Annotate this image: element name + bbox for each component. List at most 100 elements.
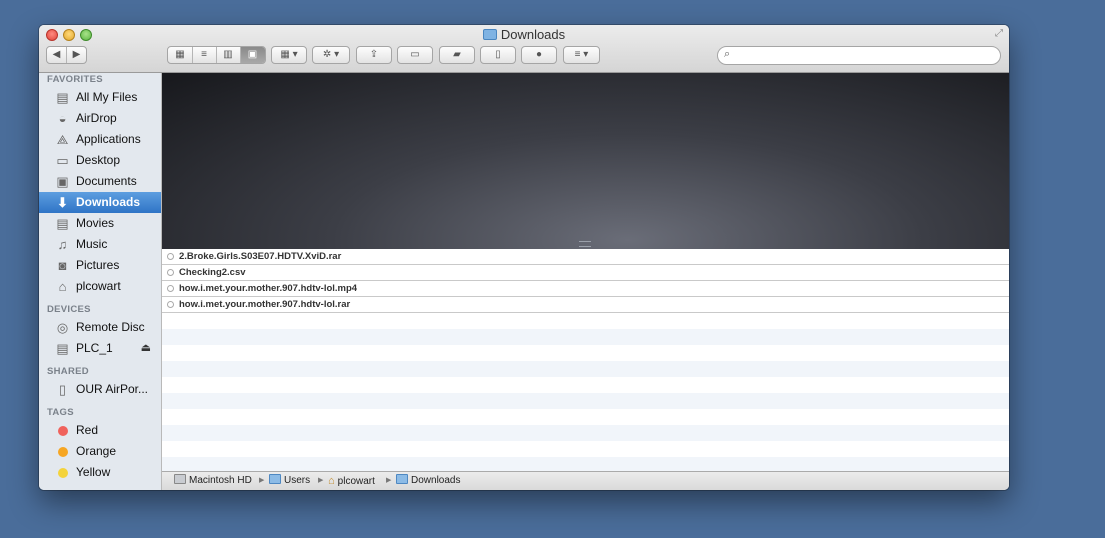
sidebar-item-label: plcowart xyxy=(76,279,121,293)
options-button[interactable]: ≡ ▾ xyxy=(563,46,600,64)
sidebar-item-tag-yellow[interactable]: Yellow xyxy=(39,462,161,483)
yellow-tag-icon xyxy=(58,468,68,478)
path-item-label: plcowart xyxy=(337,476,375,487)
path-item-macintosh-hd[interactable]: Macintosh HD xyxy=(174,472,252,490)
arrange-button[interactable]: ▦ ▾ xyxy=(271,46,307,64)
desktop-icon: ▭ xyxy=(56,153,69,168)
folder-icon xyxy=(482,29,497,40)
sidebar-item-label: Desktop xyxy=(76,153,121,167)
forward-button[interactable]: ▶ xyxy=(67,47,86,63)
folder-icon xyxy=(396,474,408,484)
sidebar: FAVORITES ▤ All My Files ◒ AirDrop ⟁ Applic… xyxy=(39,73,162,490)
shared-header: SHARED xyxy=(47,366,89,377)
sidebar-item-label: Red xyxy=(76,423,99,437)
eject-icon[interactable]: ⏏ xyxy=(141,338,151,359)
sidebar-item-movies[interactable]: ▤ Movies xyxy=(39,213,161,234)
sidebar-item-label: Downloads xyxy=(76,195,141,209)
arrange-icon: ▦ ▾ xyxy=(280,49,298,60)
sidebar-item-plcowart[interactable]: ⌂ plcowart xyxy=(39,276,161,297)
sidebar-item-airdrop[interactable]: ◒ AirDrop xyxy=(39,108,161,129)
airport-icon: ▯ xyxy=(58,382,67,397)
music-icon: ♫ xyxy=(57,237,68,252)
finder-window: Downloads ⤢ ◀ ▶ ▦ ≡ ▥ ▣ ▦ ▾ ✲ ▾ ⇪ ▭ ▰ ▯ ● ≡ … xyxy=(39,25,1009,490)
path-item-downloads[interactable]: Downloads xyxy=(396,472,460,490)
get-info-button[interactable]: ● xyxy=(521,46,557,64)
back-arrow-icon: ◀ xyxy=(52,49,61,60)
sidebar-item-all-my-files[interactable]: ▤ All My Files xyxy=(39,87,161,108)
path-separator-icon: ▶ xyxy=(386,477,392,484)
sidebar-item-downloads[interactable]: ⬇ Downloads xyxy=(39,192,161,213)
file-status-dot xyxy=(167,269,174,276)
path-bar: Macintosh HD ▶ Users ▶ ⌂ plcowart ▶ Downl… xyxy=(162,471,1009,490)
path-item-users[interactable]: Users xyxy=(269,472,310,490)
disc-icon: ◎ xyxy=(56,320,69,335)
file-name: Checking2.csv xyxy=(179,267,246,278)
path-item-label: Downloads xyxy=(411,475,461,486)
icon-view-button[interactable]: ▦ xyxy=(169,47,193,63)
sidebar-item-plc-1[interactable]: ▤ PLC_1 ⏏ xyxy=(39,338,161,359)
file-row[interactable]: 2.Broke.Girls.S03E07.HDTV.XviD.rar xyxy=(162,249,1009,265)
tag-icon: ▭ xyxy=(410,49,420,60)
all-files-icon: ▤ xyxy=(56,90,69,105)
sidebar-item-desktop[interactable]: ▭ Desktop xyxy=(39,150,161,171)
info-icon: ● xyxy=(535,49,543,60)
sidebar-item-documents[interactable]: ▣ Documents xyxy=(39,171,161,192)
folder-icon xyxy=(269,474,281,484)
file-row[interactable]: Checking2.csv xyxy=(162,265,1009,281)
coverflow-preview[interactable] xyxy=(162,73,1009,249)
file-row[interactable]: how.i.met.your.mother.907.hdtv-lol.rar xyxy=(162,297,1009,313)
delete-button[interactable]: ▯ xyxy=(480,46,516,64)
sidebar-item-tag-red[interactable]: Red xyxy=(39,420,161,441)
home-icon: ⌂ xyxy=(328,475,335,487)
path-separator-icon: ▶ xyxy=(318,477,324,484)
movies-icon: ▤ xyxy=(56,216,69,231)
sidebar-item-label: Orange xyxy=(76,444,117,458)
new-folder-icon: ▰ xyxy=(453,49,461,60)
sidebar-item-pictures[interactable]: ◙ Pictures xyxy=(39,255,161,276)
sidebar-item-label: Pictures xyxy=(76,258,120,272)
path-item-plcowart[interactable]: ⌂ plcowart xyxy=(328,472,375,490)
window-title: Downloads xyxy=(39,27,1009,43)
favorites-header: FAVORITES xyxy=(47,74,103,85)
sidebar-item-music[interactable]: ♫ Music xyxy=(39,234,161,255)
file-status-dot xyxy=(167,285,174,292)
tags-button[interactable]: ▭ xyxy=(397,46,433,64)
file-name: how.i.met.your.mother.907.hdtv-lol.mp4 xyxy=(179,283,358,294)
path-item-label: Users xyxy=(284,475,311,486)
splitter-handle[interactable] xyxy=(579,241,591,247)
home-icon: ⌂ xyxy=(58,279,67,294)
file-name: 2.Broke.Girls.S03E07.HDTV.XviD.rar xyxy=(179,251,342,262)
sidebar-item-label: OUR AirPor... xyxy=(76,382,149,396)
file-row[interactable]: how.i.met.your.mother.907.hdtv-lol.mp4 xyxy=(162,281,1009,297)
back-forward-control: ◀ ▶ xyxy=(46,46,87,64)
gear-icon: ✲ ▾ xyxy=(322,49,340,60)
drive-icon: ▤ xyxy=(56,341,69,356)
action-button[interactable]: ✲ ▾ xyxy=(312,46,350,64)
new-folder-button[interactable]: ▰ xyxy=(439,46,475,64)
documents-icon: ▣ xyxy=(56,174,69,189)
tags-header: TAGS xyxy=(47,407,74,418)
share-button[interactable]: ⇪ xyxy=(356,46,392,64)
sidebar-item-label: Yellow xyxy=(76,465,111,479)
search-field[interactable]: ⌕ xyxy=(717,46,1001,65)
list-view-button[interactable]: ≡ xyxy=(193,47,217,63)
sidebar-item-our-airport[interactable]: ▯ OUR AirPor... xyxy=(39,379,161,400)
sidebar-item-label: All My Files xyxy=(76,90,138,104)
sidebar-item-applications[interactable]: ⟁ Applications xyxy=(39,129,161,150)
sidebar-item-label: Movies xyxy=(76,216,115,230)
search-input[interactable] xyxy=(738,49,993,62)
hard-drive-icon xyxy=(174,474,186,484)
file-status-dot xyxy=(167,253,174,260)
sidebar-item-remote-disc[interactable]: ◎ Remote Disc xyxy=(39,317,161,338)
column-view-button[interactable]: ▥ xyxy=(217,47,241,63)
sidebar-item-tag-orange[interactable]: Orange xyxy=(39,441,161,462)
fullscreen-icon[interactable]: ⤢ xyxy=(995,28,1003,39)
view-switcher: ▦ ≡ ▥ ▣ xyxy=(167,46,266,64)
back-button[interactable]: ◀ xyxy=(47,47,67,63)
coverflow-view-button[interactable]: ▣ xyxy=(240,47,265,63)
sidebar-item-label: Applications xyxy=(76,132,141,146)
applications-icon: ⟁ xyxy=(56,132,69,147)
downloads-icon: ⬇ xyxy=(57,195,68,210)
trash-icon: ▯ xyxy=(495,49,501,60)
devices-header: DEVICES xyxy=(47,304,91,315)
